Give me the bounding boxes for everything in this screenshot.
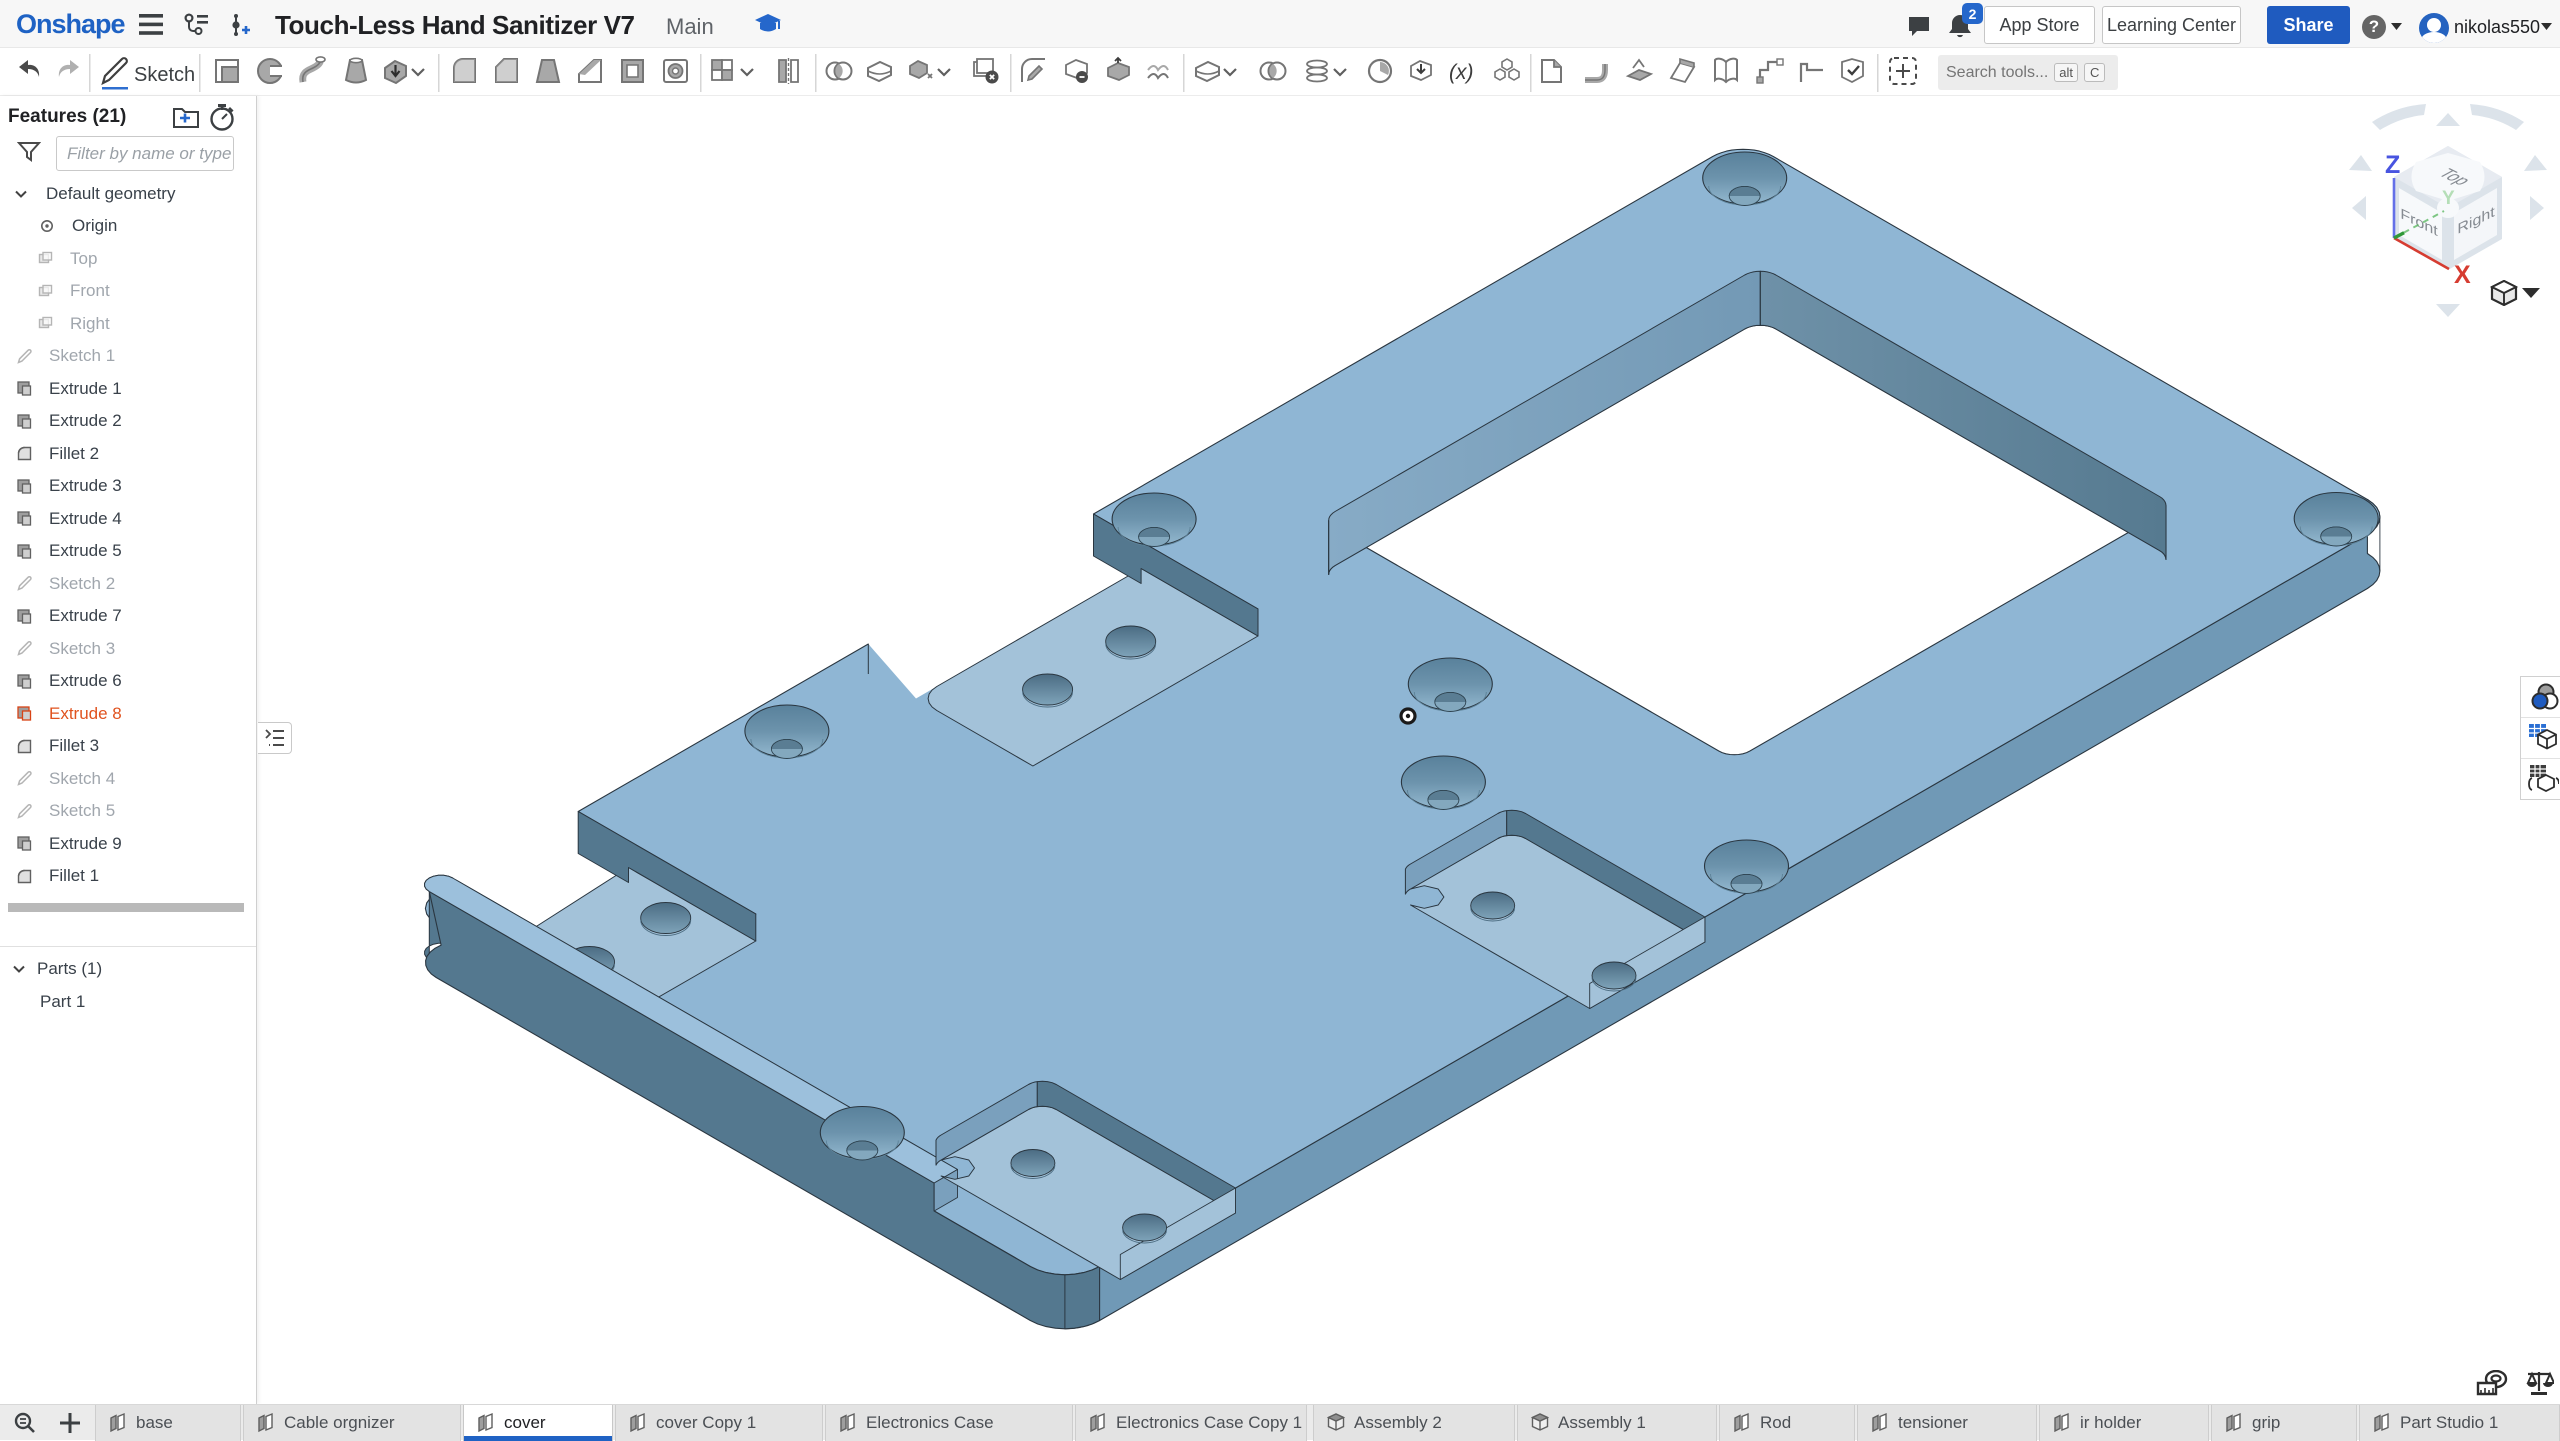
svg-text:X: X bbox=[2454, 261, 2471, 289]
svg-text:(x): (x) bbox=[1449, 61, 1474, 84]
svg-text:Z: Z bbox=[2385, 151, 2400, 179]
svg-text:Y: Y bbox=[2442, 188, 2455, 209]
svg-text:Sketch: Sketch bbox=[134, 64, 195, 86]
